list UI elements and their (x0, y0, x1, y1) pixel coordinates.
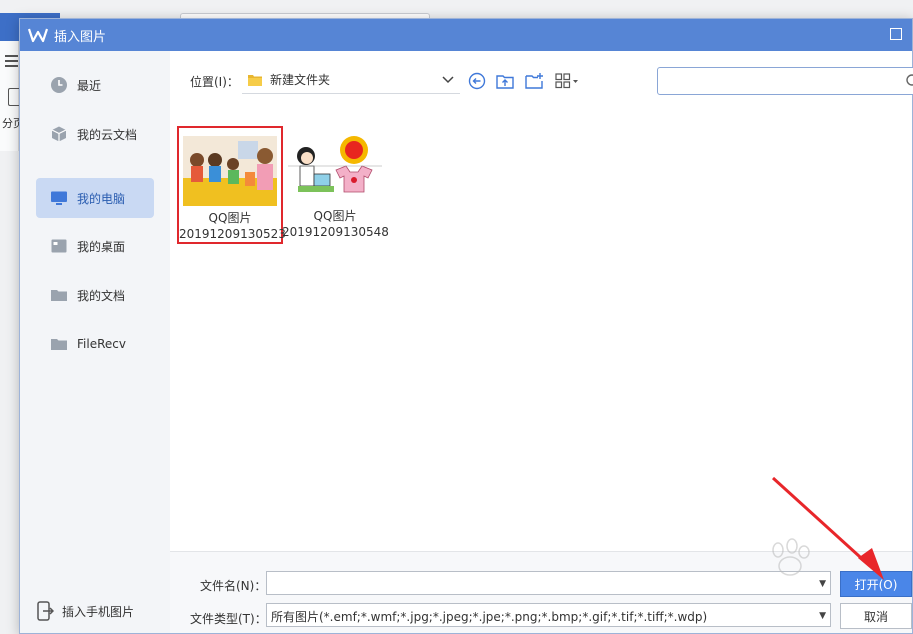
up-folder-icon (496, 75, 514, 89)
location-value: 新建文件夹 (270, 73, 331, 87)
filetype-select[interactable]: 所有图片(*.emf;*.wmf;*.jpg;*.jpeg;*.jpe;*.pn… (266, 603, 831, 627)
file-list: QQ图片 20191209130523 QQ图片 20191209130548 (170, 111, 912, 581)
file-name: QQ图片 (208, 211, 252, 225)
file-item[interactable]: QQ图片 20191209130548 (282, 126, 389, 240)
cloud-cube-icon (50, 125, 68, 143)
filetype-value: 所有图片(*.emf;*.wmf;*.jpg;*.jpeg;*.jpe;*.pn… (271, 610, 708, 624)
grid-view-icon (555, 73, 578, 89)
bottom-bar: 文件名(N)： ▼ 文件类型(T)： 所有图片(*.emf;*.wmf;*.jp… (170, 551, 912, 633)
dialog-titlebar: 插入图片 (20, 19, 912, 51)
clock-icon (50, 76, 68, 94)
location-dropdown[interactable]: 新建文件夹 (242, 66, 460, 94)
up-folder-button[interactable] (496, 72, 514, 90)
filetype-label: 文件类型(T)： (190, 612, 267, 626)
sidebar-item-label: 我的电脑 (77, 191, 126, 206)
file-thumbnail (183, 136, 277, 206)
open-button[interactable]: 打开(O) (840, 571, 912, 597)
folder-icon (248, 74, 262, 86)
chevron-down-icon (442, 76, 454, 84)
desktop-icon (50, 237, 68, 255)
maximize-button[interactable] (890, 28, 902, 40)
toolbar: 位置(I)： 新建文件夹 (170, 51, 913, 111)
back-button[interactable] (468, 72, 486, 90)
menu-icon (5, 55, 18, 67)
file-timestamp: 20191209130548 (282, 225, 389, 239)
dialog-body: 最近 我的云文档 我的电脑 我的桌面 我的文档 FileRecv 插入手机图片 … (20, 51, 913, 633)
search-input[interactable] (657, 67, 913, 95)
new-folder-icon (525, 73, 543, 89)
new-folder-button[interactable] (525, 72, 543, 90)
insert-mobile-picture-button[interactable]: 插入手机图片 (36, 601, 134, 621)
sidebar-item-label: FileRecv (77, 337, 126, 351)
file-name: QQ图片 (313, 209, 357, 223)
monitor-icon (50, 189, 68, 207)
filename-label: 文件名(N)： (200, 579, 267, 593)
split-icon (8, 88, 19, 106)
sidebar-item-recent[interactable]: 最近 (36, 65, 154, 105)
sidebar: 最近 我的云文档 我的电脑 我的桌面 我的文档 FileRecv 插入手机图片 (20, 51, 170, 633)
dialog-title: 插入图片 (54, 29, 107, 45)
back-arrow-icon (468, 72, 486, 90)
search-icon (906, 74, 913, 86)
sidebar-item-my-computer[interactable]: 我的电脑 (36, 178, 154, 218)
dropdown-arrow-icon: ▼ (819, 611, 826, 621)
file-timestamp: 20191209130523 (179, 227, 286, 241)
sidebar-item-my-desktop[interactable]: 我的桌面 (36, 226, 154, 266)
file-item-selected[interactable]: QQ图片 20191209130523 (177, 126, 286, 244)
sidebar-item-filerecv[interactable]: FileRecv (36, 324, 154, 364)
location-label: 位置(I)： (190, 75, 239, 89)
insert-mobile-picture-label: 插入手机图片 (62, 604, 135, 619)
main-panel: 位置(I)： 新建文件夹 QQ图片 20191209130523 QQ图片 20… (170, 51, 913, 633)
sidebar-item-label: 最近 (77, 78, 102, 93)
dropdown-arrow-icon: ▼ (819, 579, 826, 589)
sidebar-item-label: 我的桌面 (77, 239, 126, 254)
filename-input[interactable]: ▼ (266, 571, 831, 595)
sidebar-item-my-documents[interactable]: 我的文档 (36, 275, 154, 315)
view-mode-button[interactable] (555, 72, 581, 90)
cancel-button[interactable]: 取消 (840, 603, 912, 629)
sidebar-item-cloud-docs[interactable]: 我的云文档 (36, 114, 154, 154)
insert-picture-dialog: 插入图片 最近 我的云文档 我的电脑 我的桌面 我的文档 FileRecv 插入… (19, 18, 913, 634)
folder-icon (50, 286, 68, 304)
file-thumbnail (288, 134, 382, 204)
mobile-import-icon (36, 601, 55, 621)
folder-icon (50, 335, 68, 353)
sidebar-item-label: 我的云文档 (77, 127, 138, 142)
sidebar-item-label: 我的文档 (77, 288, 126, 303)
wps-logo-icon (28, 28, 48, 43)
